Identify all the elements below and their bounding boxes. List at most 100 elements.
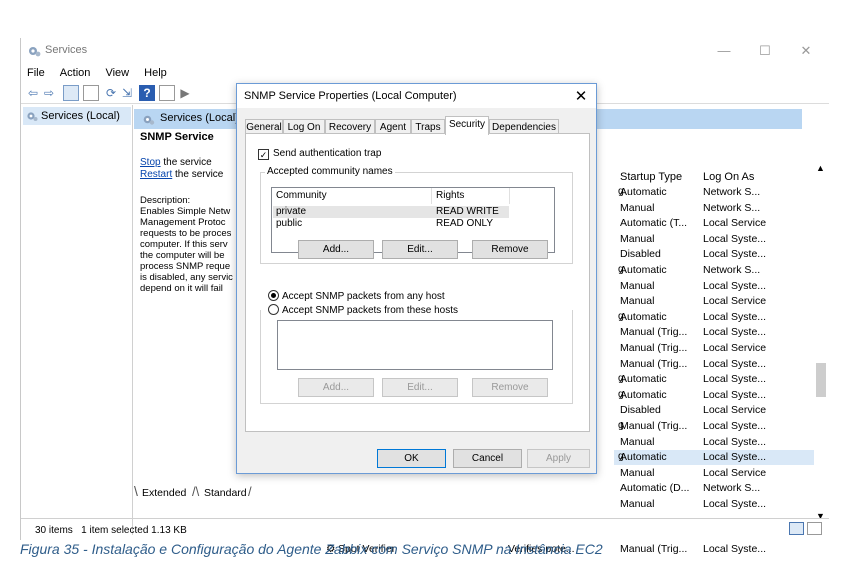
apply-button[interactable]: Apply	[527, 449, 590, 468]
row-log-on-as[interactable]: Local Syste...	[703, 325, 766, 340]
add-host-button[interactable]: Add...	[298, 378, 374, 397]
radio-selected-icon[interactable]	[268, 290, 279, 301]
console-tree: Services (Local)	[21, 105, 133, 535]
row-startup-type[interactable]: Manual (Trig...	[620, 341, 687, 356]
tab-recovery[interactable]: Recovery	[325, 119, 375, 134]
checkbox-checked-icon[interactable]: ✓	[258, 149, 269, 160]
view-icon[interactable]	[159, 85, 175, 101]
tree-item-services-local[interactable]: Services (Local)	[23, 107, 131, 125]
send-trap-checkbox[interactable]: ✓ Send authentication trap	[258, 148, 381, 160]
row-log-on-as[interactable]: Local Service	[703, 294, 766, 309]
menu-action[interactable]: Action	[60, 64, 91, 82]
menu-help[interactable]: Help	[144, 64, 167, 82]
vertical-scrollbar[interactable]: ▲ ▼	[816, 163, 828, 523]
row-startup-type[interactable]: Disabled	[620, 403, 661, 418]
help-icon[interactable]: ?	[139, 85, 155, 101]
tab-dependencies[interactable]: Dependencies	[489, 119, 559, 134]
tab-standard[interactable]: Standard	[204, 487, 247, 499]
row-startup-type[interactable]: Manual (Trig...	[620, 357, 687, 372]
row-startup-type[interactable]: Manual	[620, 201, 654, 216]
row-startup-type[interactable]: Automatic	[620, 372, 667, 387]
tab-extended[interactable]: Extended	[142, 487, 186, 499]
row-startup-type[interactable]: Disabled	[620, 247, 661, 262]
add-community-button[interactable]: Add...	[298, 240, 374, 259]
scroll-thumb[interactable]	[816, 363, 826, 397]
row-log-on-as[interactable]: Local Syste...	[703, 357, 766, 372]
row-log-on-as[interactable]: Network S...	[703, 185, 760, 200]
list-header-rights[interactable]: Rights	[432, 188, 510, 204]
row-startup-type[interactable]: Manual	[620, 232, 654, 247]
row-startup-type[interactable]: Automatic	[620, 185, 667, 200]
row-log-on-as[interactable]: Local Syste...	[703, 497, 766, 512]
properties-icon[interactable]	[83, 85, 99, 101]
row-startup-type[interactable]: Manual (Trig...	[620, 419, 687, 434]
edit-host-button[interactable]: Edit...	[382, 378, 458, 397]
dialog-title: SNMP Service Properties (Local Computer)	[244, 90, 457, 102]
row-log-on-as[interactable]: Local Syste...	[703, 388, 766, 403]
tab-traps[interactable]: Traps	[411, 119, 445, 134]
row-log-on-as[interactable]: Local Syste...	[703, 279, 766, 294]
row-startup-type[interactable]: Manual	[620, 466, 654, 481]
restart-link[interactable]: Restart	[140, 169, 172, 180]
menu-view[interactable]: View	[105, 64, 129, 82]
community-name[interactable]: public	[276, 218, 302, 230]
row-startup-type[interactable]: Manual	[620, 294, 654, 309]
row-startup-type[interactable]: Manual (Trig...	[620, 325, 687, 340]
row-log-on-as[interactable]: Local Syste...	[703, 435, 766, 450]
row-log-on-as[interactable]: Local Service	[703, 341, 766, 356]
dialog-close-icon[interactable]: ✕	[572, 87, 590, 105]
remove-community-button[interactable]: Remove	[472, 240, 548, 259]
edit-community-button[interactable]: Edit...	[382, 240, 458, 259]
row-log-on-as[interactable]: Local Service	[703, 466, 766, 481]
refresh-icon[interactable]: ⟳	[103, 85, 119, 101]
row-log-on-as[interactable]: Local Syste...	[703, 310, 766, 325]
scroll-up-icon[interactable]: ▲	[816, 163, 825, 173]
row-log-on-as[interactable]: Network S...	[703, 481, 760, 496]
forward-arrow-icon[interactable]: ⇨	[41, 85, 57, 101]
back-arrow-icon[interactable]: ⇦	[25, 85, 41, 101]
minimize-button[interactable]: —	[709, 42, 739, 60]
row-startup-type[interactable]: Manual	[620, 279, 654, 294]
stop-link[interactable]: Stop	[140, 157, 161, 168]
row-startup-type[interactable]: Automatic	[620, 388, 667, 403]
row-log-on-as[interactable]: Network S...	[703, 201, 760, 216]
row-log-on-as[interactable]: Local Syste...	[703, 419, 766, 434]
row-log-on-as[interactable]: Local Syste...	[703, 372, 766, 387]
tab-general[interactable]: General	[245, 119, 283, 134]
tab-log-on[interactable]: Log On	[283, 119, 325, 134]
row-log-on-as[interactable]: Network S...	[703, 263, 760, 278]
play-icon[interactable]: ▶	[177, 85, 193, 101]
view-toggle-icons[interactable]	[789, 522, 823, 536]
row-startup-type[interactable]: Automatic	[620, 263, 667, 278]
row-log-on-as[interactable]: Local Syste...	[703, 232, 766, 247]
community-rights: READ ONLY	[436, 218, 494, 229]
row-log-on-as[interactable]: Local Service	[703, 403, 766, 418]
list-header-community[interactable]: Community	[272, 188, 432, 204]
row-startup-type[interactable]: Automatic	[620, 450, 667, 465]
community-name[interactable]: private	[276, 206, 306, 218]
row-startup-type[interactable]: Automatic	[620, 310, 667, 325]
row-startup-type[interactable]: Automatic (D...	[620, 481, 689, 496]
row-startup-type[interactable]: Manual	[620, 497, 654, 512]
row-startup-type[interactable]: Automatic (T...	[620, 216, 687, 231]
hosts-list[interactable]	[277, 320, 553, 370]
remove-host-button[interactable]: Remove	[472, 378, 548, 397]
maximize-button[interactable]: ☐	[750, 42, 780, 60]
column-header-log-on-as[interactable]: Log On As	[703, 171, 754, 183]
row-log-on-as[interactable]: Local Service	[703, 216, 766, 231]
row-startup-type[interactable]: Manual	[620, 435, 654, 450]
ok-button[interactable]: OK	[377, 449, 446, 468]
menu-file[interactable]: File	[27, 64, 45, 82]
details-view-icon[interactable]	[789, 522, 804, 535]
tab-agent[interactable]: Agent	[375, 119, 411, 134]
close-window-button[interactable]: ✕	[791, 42, 821, 60]
cancel-button[interactable]: Cancel	[453, 449, 522, 468]
row-log-on-as[interactable]: Local Syste...	[703, 247, 766, 262]
list-view-icon[interactable]	[807, 522, 822, 535]
column-header-startup-type[interactable]: Startup Type	[620, 171, 682, 183]
export-icon[interactable]: ⇲	[119, 85, 135, 101]
console-tree-icon[interactable]	[63, 85, 79, 101]
radio-any-host[interactable]: Accept SNMP packets from any host	[268, 290, 445, 302]
tab-security[interactable]: Security	[445, 116, 489, 135]
row-log-on-as[interactable]: Local Syste...	[703, 450, 766, 465]
